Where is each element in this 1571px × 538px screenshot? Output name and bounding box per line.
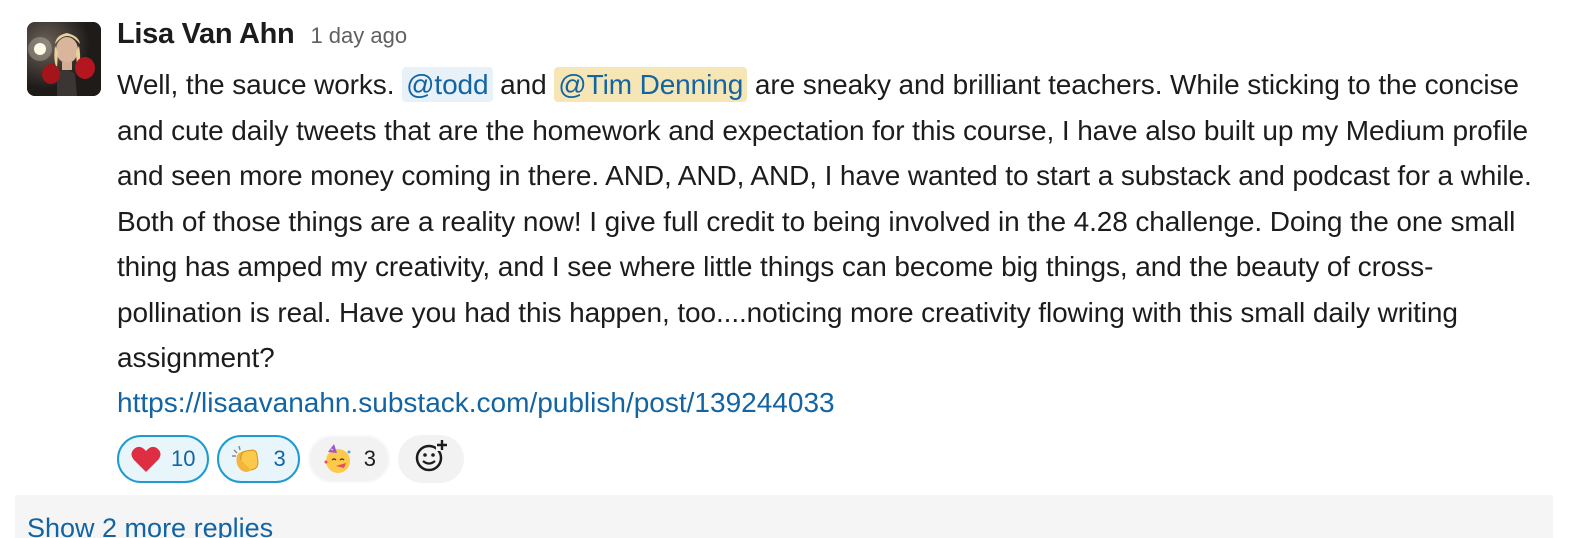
message: Lisa Van Ahn 1 day ago Well, the sauce w… xyxy=(0,0,1571,495)
add-reaction-button[interactable] xyxy=(397,434,464,483)
message-body: Well, the sauce works. @todd and @Tim De… xyxy=(117,62,1557,381)
reaction-partying-face[interactable]: 3 xyxy=(307,434,390,483)
reaction-count: 10 xyxy=(171,445,196,471)
timestamp[interactable]: 1 day ago xyxy=(310,23,407,49)
reaction-count: 3 xyxy=(363,445,376,471)
partying-face-icon xyxy=(322,443,354,474)
message-header: Lisa Van Ahn 1 day ago xyxy=(117,18,1557,58)
clapping-hands-icon xyxy=(231,444,263,474)
reactions-bar: 10 3 3 xyxy=(117,434,1557,483)
reaction-clap[interactable]: 3 xyxy=(217,434,300,483)
avatar-image xyxy=(27,22,101,96)
message-content: Lisa Van Ahn 1 day ago Well, the sauce w… xyxy=(117,18,1557,483)
message-text: are sneaky and brilliant teachers. While… xyxy=(117,69,1532,373)
avatar[interactable] xyxy=(27,22,101,96)
heart-icon xyxy=(131,445,161,473)
thread-replies-bar: Show 2 more replies xyxy=(15,495,1553,538)
message-text: and xyxy=(492,69,555,100)
reaction-heart[interactable]: 10 xyxy=(117,434,210,483)
mention-todd[interactable]: @todd xyxy=(402,67,493,102)
mention-tim-denning[interactable]: @Tim Denning xyxy=(554,67,748,102)
add-reaction-icon xyxy=(414,439,448,478)
reaction-count: 3 xyxy=(273,445,286,471)
author-name[interactable]: Lisa Van Ahn xyxy=(117,18,295,51)
message-text: Well, the sauce works. xyxy=(117,69,403,100)
substack-link[interactable]: https://lisaavanahn.substack.com/publish… xyxy=(117,381,1557,425)
show-more-replies-link[interactable]: Show 2 more replies xyxy=(27,513,273,538)
